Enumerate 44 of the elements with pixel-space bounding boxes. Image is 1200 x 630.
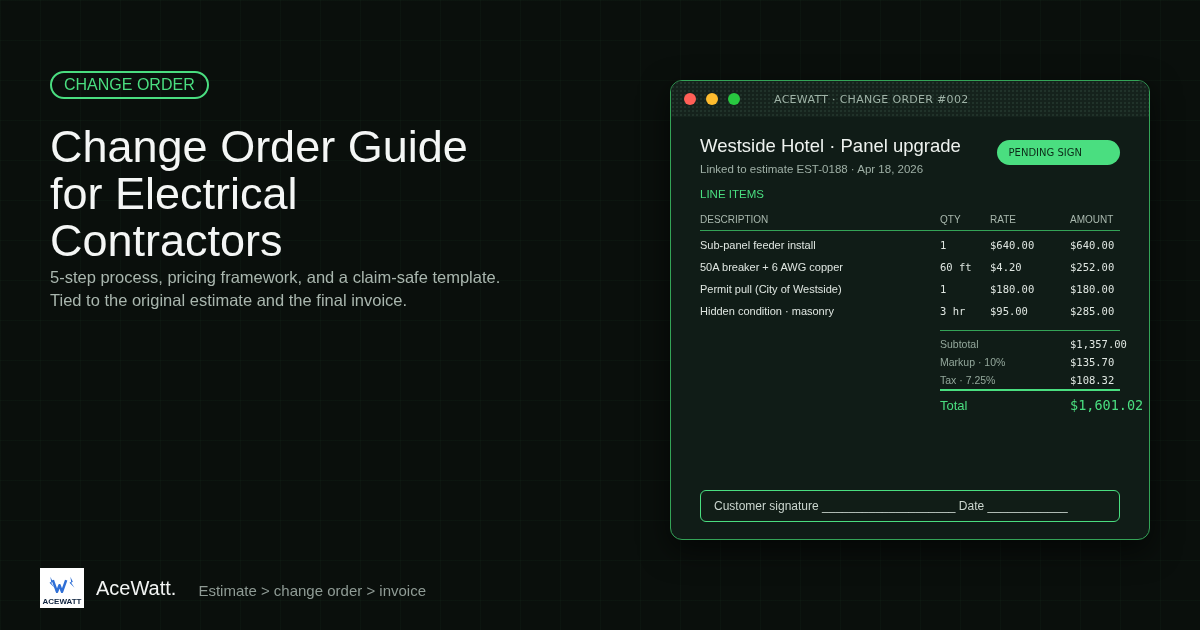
table-cell-text: 1 [940,239,948,251]
table-cell-text: $640.00 [990,239,1036,251]
subtitle-text: 5-step process, pricing framework, and a claim-safe template. [50,267,501,288]
summary-label: Markup · 10% [940,356,1007,368]
section-label: LINE ITEMS [700,188,765,200]
estimate-link-text: Linked to estimate EST-0188 · Apr 18, 2026 [700,163,925,175]
window-title: ACEWATT · CHANGE ORDER #002 [774,92,969,106]
table-cell-text: 3 hr [940,305,967,317]
signature-field[interactable]: Customer signature ____________________ Date ____________ [700,490,1120,522]
table-cell-text: 60 ft [940,261,973,273]
table-cell-text: $640.00 [1070,239,1116,251]
column-header: DESCRIPTION [700,213,770,225]
summary-amount: $108.32 [1070,374,1116,386]
table-cell-text: $180.00 [990,283,1036,295]
brand-name: AceWatt. [96,576,177,600]
table-cell-text: $285.00 [1070,305,1116,317]
workflow-caption: Estimate > change order > invoice [198,581,427,599]
total-amount: $1,601.02 [1070,397,1144,413]
table-cell-text: $252.00 [1070,261,1116,273]
order-heading: Westside Hotel · Panel upgrade [700,135,961,157]
column-header: AMOUNT [1070,213,1115,225]
summary-amount: $1,357.00 [1070,338,1127,350]
page-title: Change Order Guide for Electrical Contractors [50,123,469,264]
summary-label: Tax · 7.25% [940,374,997,386]
column-header: QTY [940,213,962,225]
table-cell-text: $180.00 [1070,283,1116,295]
table-cell-text: $95.00 [990,305,1029,317]
table-cell-text: 50A breaker + 6 AWG copper [700,261,844,273]
status-badge: PENDING SIGN [996,140,1120,165]
table-cell-text: Hidden condition · masonry [700,305,835,317]
subtitle-text: Tied to the original estimate and the final invoice. [50,290,409,311]
maximize-icon[interactable] [728,93,740,105]
table-cell-text: Permit pull (City of Westside) [700,283,843,295]
summary-label: Subtotal [940,338,980,350]
logo-icon: ACEWATT [40,568,84,608]
total-label: Total [940,397,969,413]
column-header: RATE [990,213,1017,225]
table-cell-text: 1 [940,283,948,295]
close-icon[interactable] [684,93,696,105]
category-tag: CHANGE ORDER [50,71,209,99]
table-cell-text: $4.20 [990,261,1023,273]
minimize-icon[interactable] [706,93,718,105]
summary-amount: $135.70 [1070,356,1116,368]
table-cell-text: Sub-panel feeder install [700,239,817,251]
